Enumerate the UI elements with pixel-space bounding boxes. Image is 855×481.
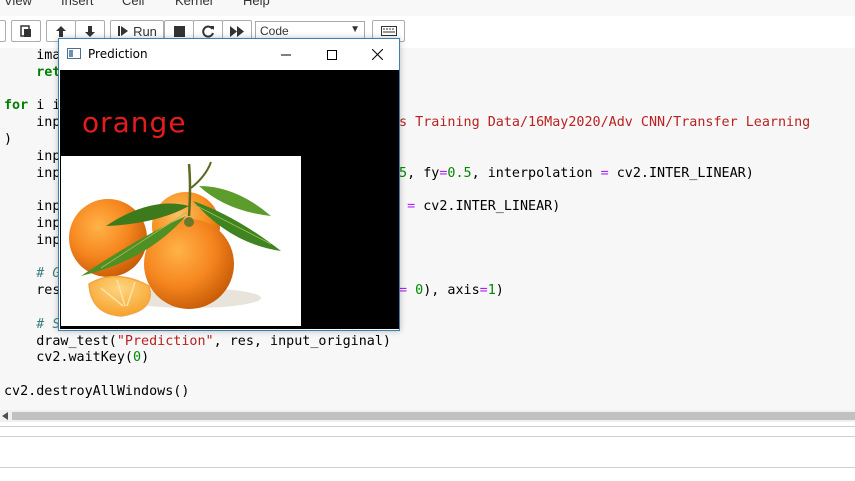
keyboard-icon [380,26,397,36]
refresh-icon [201,25,214,37]
window-title: Prediction [88,47,148,61]
image-canvas: orange [60,70,399,329]
prediction-window[interactable]: Prediction orange [58,38,400,331]
scrollbar-thumb[interactable] [12,412,855,420]
code-line: draw_test("Prediction", res, input_origi… [4,333,391,349]
scroll-left-icon[interactable] [2,412,8,420]
window-titlebar[interactable]: Prediction [59,39,399,70]
step-forward-icon [118,26,129,36]
menubar: View Insert Cell Kernel Help [0,0,855,17]
code-line: cv2.destroyAllWindows() [4,383,190,399]
divider [0,436,855,437]
tangerine-image [61,156,301,326]
menu-kernel[interactable]: Kernel [175,0,213,8]
arrow-up-icon [56,25,66,37]
prediction-label: orange [82,106,187,139]
paste-button[interactable] [11,20,41,42]
window-app-icon [67,48,81,59]
run-label: Run [133,23,157,39]
minimize-button[interactable] [263,39,309,70]
close-button[interactable] [354,39,400,70]
code-line: cv2.waitKey(0) [4,350,150,366]
fast-forward-icon [230,25,244,37]
minimize-icon [281,54,291,55]
horizontal-scrollbar[interactable] [0,410,855,422]
maximize-icon [327,49,337,60]
menu-cell[interactable]: Cell [122,0,144,8]
copy-button[interactable] [0,20,6,42]
menu-help[interactable]: Help [243,0,270,8]
divider [0,467,855,468]
chevron-down-icon: ▼ [350,24,360,35]
menu-insert[interactable]: Insert [61,0,94,8]
stop-icon [173,25,185,37]
divider [0,426,855,427]
paste-icon [20,24,31,37]
close-icon [371,49,383,60]
cell-type-value: Code [260,24,289,38]
maximize-button[interactable] [309,39,355,70]
orange-photo [61,156,301,326]
arrow-down-icon [85,25,95,37]
menu-view[interactable]: View [4,0,32,8]
